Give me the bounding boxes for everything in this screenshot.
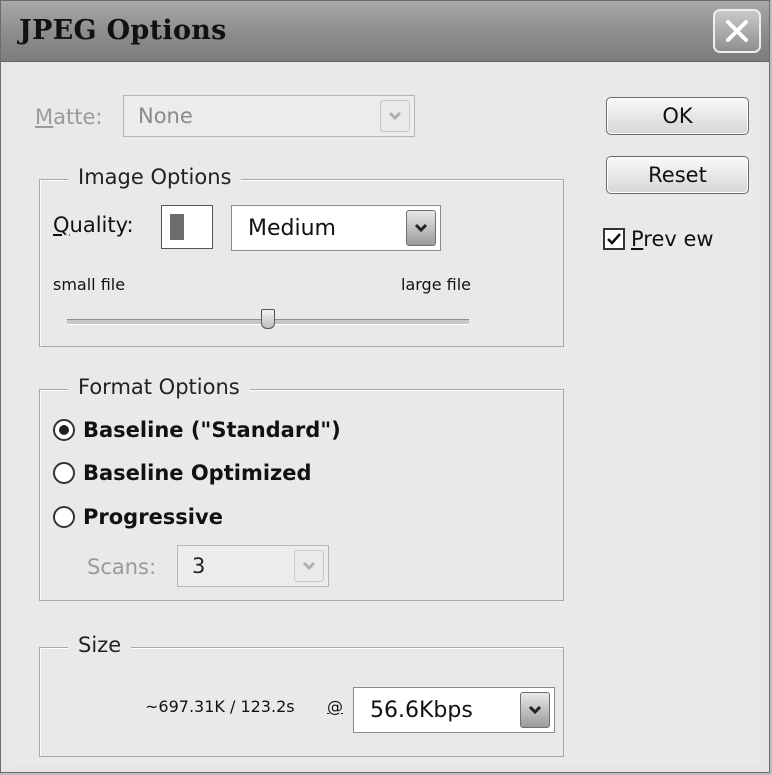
scans-select[interactable]: 3 [177, 545, 329, 587]
connection-speed-dropdown-button[interactable] [520, 692, 550, 728]
size-estimate: ~697.31K / 123.2s [145, 697, 295, 716]
slider-min-label: small file [53, 275, 126, 294]
scans-value: 3 [192, 554, 206, 578]
jpeg-options-dialog: JPEG Options Matte: None OK Reset Prev e… [0, 0, 770, 773]
size-legend: Size [68, 633, 132, 657]
format-progressive[interactable]: Progressive [53, 505, 223, 529]
format-option-label: Progressive [83, 505, 223, 529]
preview-label: Prev ew [631, 227, 714, 251]
matte-select[interactable]: None [123, 95, 415, 137]
format-baseline-optimized[interactable]: Baseline Optimized [53, 461, 312, 485]
connection-speed-value: 56.6Kbps [370, 697, 473, 723]
ok-button[interactable]: OK [606, 97, 749, 135]
radio-selected-dot [59, 425, 69, 435]
close-button[interactable] [713, 9, 761, 53]
format-options-legend: Format Options [68, 375, 250, 399]
connection-speed-select[interactable]: 56.6Kbps [353, 687, 555, 733]
slider-max-label: large file [401, 275, 471, 294]
quality-input[interactable] [161, 205, 213, 249]
dialog-body: Matte: None OK Reset Prev ew Image Optio… [9, 63, 761, 766]
format-option-label: Baseline ("Standard") [83, 418, 341, 442]
at-label: @ [327, 697, 343, 716]
matte-label: Matte: [35, 105, 103, 129]
title-bar[interactable]: JPEG Options [1, 1, 769, 62]
matte-dropdown-button[interactable] [380, 100, 410, 132]
chevron-down-icon [414, 223, 428, 233]
quality-slider-thumb[interactable] [261, 309, 275, 329]
preview-option[interactable]: Prev ew [603, 227, 714, 251]
quality-label: Quality: [53, 213, 134, 237]
quality-value-marker [170, 214, 184, 240]
matte-value: None [138, 104, 193, 128]
radio-button[interactable] [53, 506, 75, 528]
scans-dropdown-button[interactable] [294, 550, 324, 582]
chevron-down-icon [528, 705, 542, 715]
scans-label: Scans: [87, 555, 157, 579]
quality-preset-value: Medium [248, 215, 336, 241]
chevron-down-icon [302, 561, 316, 571]
radio-button[interactable] [53, 419, 75, 441]
close-icon [726, 20, 748, 42]
quality-preset-select[interactable]: Medium [231, 205, 441, 251]
radio-button[interactable] [53, 462, 75, 484]
window-title: JPEG Options [19, 15, 227, 46]
reset-button[interactable]: Reset [606, 156, 749, 194]
checkmark-icon [607, 233, 621, 245]
chevron-down-icon [388, 111, 402, 121]
quality-preset-dropdown-button[interactable] [406, 210, 436, 246]
format-option-label: Baseline Optimized [83, 461, 312, 485]
preview-checkbox[interactable] [603, 228, 625, 250]
image-options-legend: Image Options [68, 165, 242, 189]
format-baseline-standard[interactable]: Baseline ("Standard") [53, 418, 341, 442]
